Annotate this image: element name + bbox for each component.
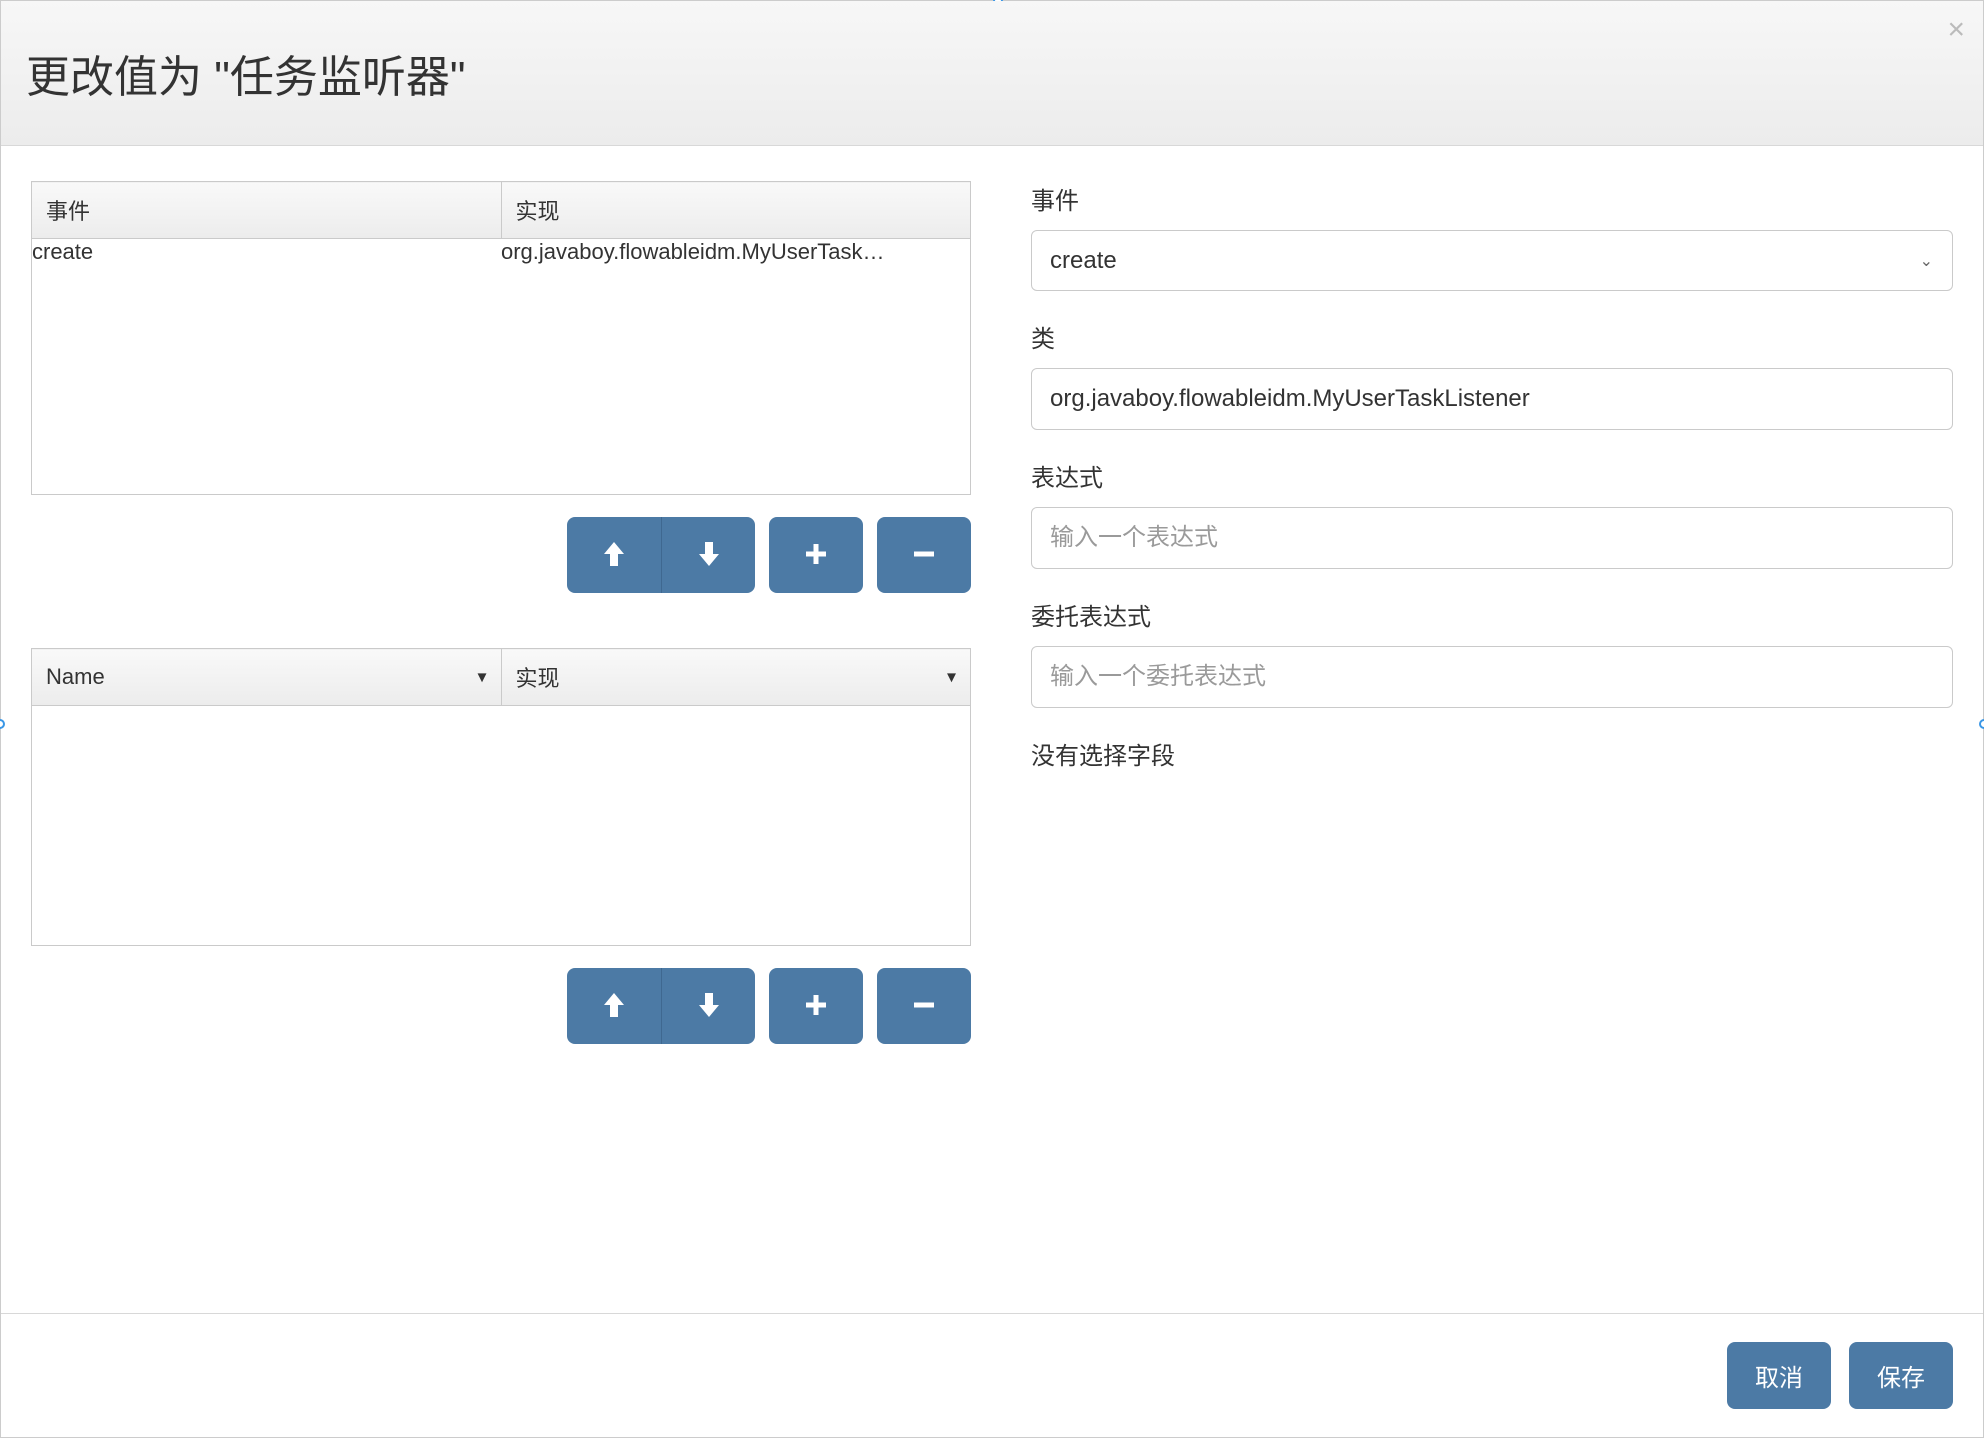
no-fields-text: 没有选择字段 [1031, 736, 1953, 771]
add-button[interactable] [769, 968, 863, 1044]
add-button[interactable] [769, 517, 863, 593]
fields-table-header: Name ▾ 实现 ▾ [31, 648, 971, 706]
remove-button[interactable] [877, 517, 971, 593]
expression-label: 表达式 [1031, 458, 1953, 493]
cancel-button[interactable]: 取消 [1727, 1342, 1831, 1409]
event-select[interactable]: create [1031, 230, 1953, 291]
delegate-expr-label: 委托表达式 [1031, 597, 1953, 632]
class-label: 类 [1031, 319, 1953, 354]
cell-impl: org.javaboy.flowableidm.MyUserTask… [501, 239, 970, 265]
arrow-down-icon [697, 991, 721, 1022]
col-name[interactable]: Name ▾ [32, 649, 502, 706]
dialog-body: 事件 实现 create org.javaboy.flowableidm.MyU… [1, 146, 1983, 1313]
dialog-footer: 取消 保存 [1, 1313, 1983, 1437]
dialog-header: 更改值为 "任务监听器" × [1, 1, 1983, 146]
move-btn-group [567, 517, 755, 593]
chevron-down-icon: ▾ [947, 667, 956, 688]
arrow-up-icon [602, 991, 626, 1022]
fields-table-body[interactable] [31, 706, 971, 946]
class-group: 类 [1031, 319, 1953, 430]
col-impl2[interactable]: 实现 ▾ [501, 649, 971, 706]
chevron-down-icon: ▾ [477, 667, 486, 688]
move-down-button[interactable] [661, 517, 755, 593]
event-group: 事件 create ⌄ [1031, 181, 1953, 291]
minus-icon [910, 991, 938, 1022]
minus-icon [910, 540, 938, 571]
move-up-button[interactable] [567, 517, 661, 593]
cell-event: create [32, 239, 501, 265]
col-event: 事件 [32, 182, 502, 239]
right-column: 事件 create ⌄ 类 表达式 委托表达式 没有选择 [1031, 181, 1953, 1293]
table-row[interactable]: create org.javaboy.flowableidm.MyUserTas… [32, 239, 970, 265]
move-up-button[interactable] [567, 968, 661, 1044]
plus-icon [802, 540, 830, 571]
dialog: 更改值为 "任务监听器" × 事件 实现 create org.javab [0, 0, 1984, 1438]
save-button[interactable]: 保存 [1849, 1342, 1953, 1409]
event-label: 事件 [1031, 181, 1953, 216]
col-impl: 实现 [501, 182, 971, 239]
listeners-table-header: 事件 实现 [31, 181, 971, 239]
dialog-title: 更改值为 "任务监听器" [26, 41, 1958, 105]
delegate-expr-input[interactable] [1031, 646, 1953, 708]
plus-icon [802, 991, 830, 1022]
expression-group: 表达式 [1031, 458, 1953, 569]
expression-input[interactable] [1031, 507, 1953, 569]
listeners-btn-row [31, 517, 971, 593]
class-input[interactable] [1031, 368, 1953, 430]
move-down-button[interactable] [661, 968, 755, 1044]
col-name-label: Name [46, 664, 105, 689]
resize-handle-right[interactable] [1979, 719, 1984, 729]
left-column: 事件 实现 create org.javaboy.flowableidm.MyU… [31, 181, 971, 1293]
fields-btn-row [31, 968, 971, 1044]
listeners-table-body[interactable]: create org.javaboy.flowableidm.MyUserTas… [31, 239, 971, 495]
close-icon[interactable]: × [1947, 15, 1965, 45]
delegate-expr-group: 委托表达式 [1031, 597, 1953, 708]
arrow-down-icon [697, 540, 721, 571]
remove-button[interactable] [877, 968, 971, 1044]
col-impl2-label: 实现 [516, 666, 560, 691]
move-btn-group-2 [567, 968, 755, 1044]
arrow-up-icon [602, 540, 626, 571]
